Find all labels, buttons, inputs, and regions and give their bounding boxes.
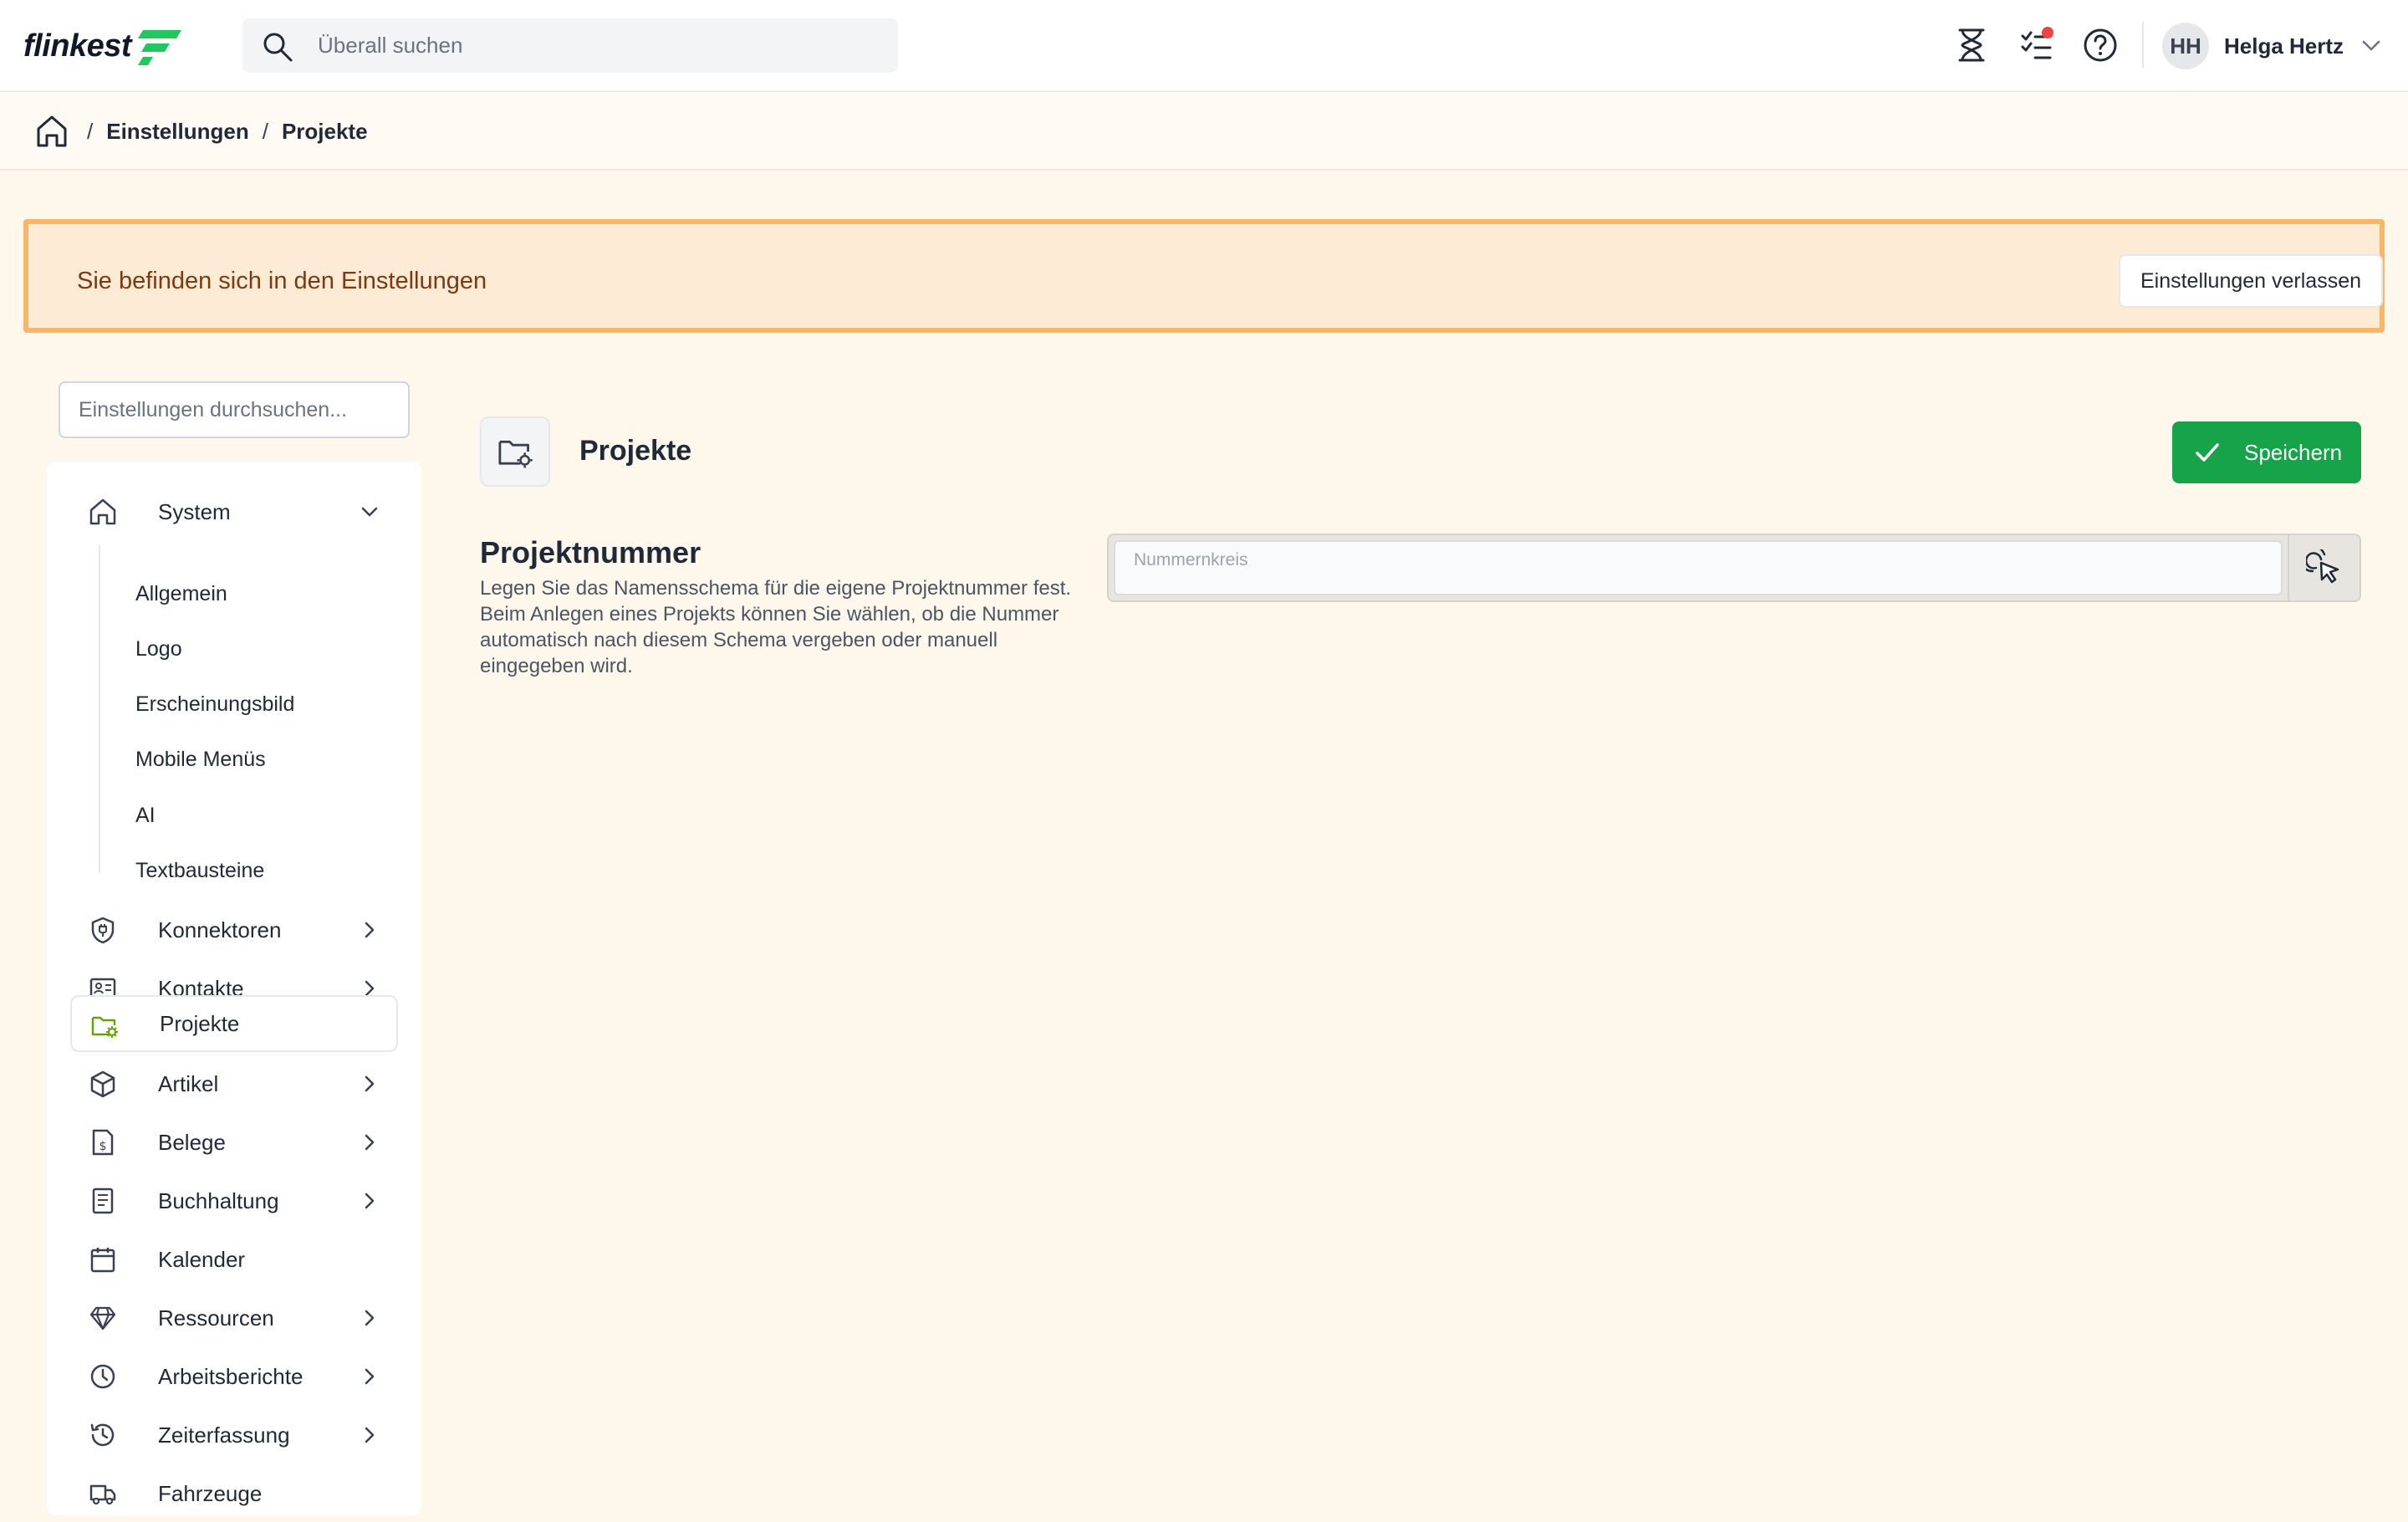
sidebar-item-konnektoren[interactable]: Konnektoren [70,901,398,958]
chevron-right-icon [365,1075,375,1092]
home-icon[interactable] [35,114,69,149]
breadcrumb-bar: / Einstellungen / Projekte [0,92,2408,171]
plug-shield-icon [91,917,115,944]
sidebar-item-label: Projekte [160,1010,240,1036]
breadcrumb-einstellungen[interactable]: Einstellungen [106,119,248,145]
sidebar-item-fahrzeuge[interactable]: Fahrzeuge [70,1465,398,1522]
sidebar-item-label: Belege [158,1129,226,1155]
sidebar-item-arbeitsberichte[interactable]: Arbeitsberichte [70,1348,398,1405]
submenu-guide-line [99,545,100,873]
sidebar-subitem-textbausteine[interactable]: Textbausteine [105,845,390,896]
sidebar-item-buchhaltung[interactable]: Buchhaltung [70,1172,398,1229]
help-button[interactable] [2080,25,2120,65]
sidebar-item-label: Buchhaltung [158,1187,279,1213]
breadcrumb: / Einstellungen / Projekte [35,112,368,151]
page-title: Projekte [579,435,692,467]
leave-settings-button[interactable]: Einstellungen verlassen [2119,254,2383,308]
sidebar-subitem-allgemein[interactable]: Allgemein [105,569,390,619]
sidebar-item-ressourcen[interactable]: Ressourcen [70,1290,398,1346]
truck-icon [89,1484,116,1505]
history-icon [90,1423,115,1447]
home-icon [89,498,116,525]
global-search-input[interactable] [318,18,878,73]
settings-search-input[interactable] [59,381,410,438]
sidebar-subitem-erscheinungsbild[interactable]: Erscheinungsbild [105,679,390,729]
box-icon [90,1070,115,1098]
sidebar-item-kalender[interactable]: Kalender [70,1231,398,1288]
chevron-right-icon [365,1310,375,1326]
header-divider [2142,22,2144,69]
diamond-icon [89,1306,116,1330]
hourglass-button[interactable] [1951,25,1992,65]
settings-sidebar: System Allgemein Logo Erscheinungsbild M… [47,462,421,1515]
top-bar: flinkest Überall suchen HH Helga Hertz [0,0,2408,92]
save-button-label: Speichern [2244,440,2343,465]
section-description: Legen Sie das Namensschema für die eigen… [480,577,1072,677]
chevron-right-icon [365,1193,375,1209]
chevron-right-icon [365,1134,375,1151]
number-range-input-box[interactable]: Nummernkreis [1114,540,2283,595]
sidebar-item-label: System [158,498,231,524]
receipt-icon: $ [92,1129,114,1156]
tasks-button[interactable] [2017,25,2057,65]
sidebar-item-system[interactable]: System [70,483,398,540]
sidebar-subitem-ai[interactable]: AI [105,790,390,840]
chevron-right-icon [365,1427,375,1443]
user-menu[interactable]: HH Helga Hertz [2162,22,2380,70]
sidebar-item-label: Arbeitsberichte [158,1363,304,1389]
breadcrumb-separator: / [262,118,268,144]
app-logo[interactable]: flinkest [23,23,185,69]
sidebar-subitem-label: AI [135,803,156,827]
search-icon [263,33,293,62]
logo-mark-icon [138,30,182,65]
sidebar-subitem-label: Mobile Menüs [135,747,266,771]
section-title: Projektnummer [480,535,701,569]
clock-icon [90,1364,115,1389]
sidebar-item-projekte[interactable]: Projekte [70,995,398,1052]
sidebar-subitem-label: Logo [135,636,182,661]
chevron-right-icon [365,1368,375,1385]
number-range-picker-button[interactable] [2288,535,2360,600]
sidebar-subitem-logo[interactable]: Logo [105,624,390,674]
sidebar-subitem-label: Erscheinungsbild [135,692,295,716]
chevron-right-icon [365,922,375,938]
cursor-click-icon [2306,549,2339,584]
help-icon [2084,28,2117,62]
ledger-icon [92,1187,114,1214]
sidebar-item-label: Zeiterfassung [158,1422,290,1448]
notification-dot [2042,27,2053,38]
svg-text:$: $ [99,1140,107,1153]
sidebar-item-label: Fahrzeuge [158,1480,263,1506]
chevron-down-icon [2362,40,2380,51]
save-button[interactable]: Speichern [2172,421,2361,483]
folder-gear-icon [91,1016,118,1038]
sidebar-item-belege[interactable]: $ Belege [70,1114,398,1171]
sidebar-subitem-mobile-menues[interactable]: Mobile Menüs [105,734,390,784]
number-range-label: Nummernkreis [1134,550,1248,569]
sidebar-subitem-label: Textbausteine [135,858,265,882]
number-range-field: Nummernkreis [1107,534,2361,602]
page-icon [480,416,550,487]
logo-text: flinkest [23,28,132,64]
hourglass-icon [1958,28,1985,62]
settings-mode-banner: Sie befinden sich in den Einstellungen E… [23,219,2385,333]
sidebar-subitem-label: Allgemein [135,581,227,605]
breadcrumb-separator: / [87,118,94,144]
avatar: HH [2162,23,2209,69]
sidebar-item-label: Konnektoren [158,917,282,942]
number-range-input[interactable] [1134,569,2254,592]
sidebar-item-artikel[interactable]: Artikel [70,1055,398,1112]
sidebar-item-label: Kalender [158,1246,246,1272]
sidebar-item-zeiterfassung[interactable]: Zeiterfassung [70,1407,398,1463]
user-name: Helga Hertz [2224,33,2344,59]
folder-gear-icon [498,440,533,468]
banner-text: Sie befinden sich in den Einstellungen [77,268,487,294]
sidebar-item-label: Artikel [158,1070,219,1096]
chevron-down-icon [361,507,378,517]
calendar-icon [90,1248,115,1273]
global-search[interactable] [242,18,898,73]
sidebar-item-label: Ressourcen [158,1305,274,1330]
breadcrumb-projekte: Projekte [281,118,368,144]
check-icon [2196,443,2219,462]
